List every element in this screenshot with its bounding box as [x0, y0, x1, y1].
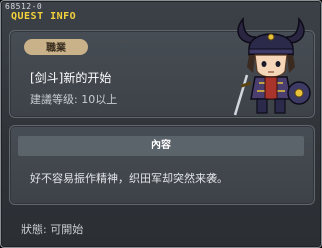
- window-title: QUEST INFO: [11, 11, 77, 22]
- content-header: 內容: [18, 136, 304, 156]
- sash: [264, 76, 278, 100]
- quest-content-panel: 內容 好不容易振作精神，织田军却突然来袭。: [9, 125, 315, 205]
- level-label: 建議等级: [30, 93, 74, 106]
- face: [254, 54, 288, 78]
- hair-left: [247, 55, 255, 73]
- job-tag: 職業: [24, 39, 88, 55]
- content-text: 好不容易振作精神，织田军却突然来袭。: [30, 172, 228, 185]
- status-separator: :: [43, 223, 47, 236]
- eye-right: [275, 61, 281, 67]
- hair-right: [287, 55, 295, 73]
- helmet-band: [248, 48, 294, 55]
- quest-level: 建議等级: 10以上: [30, 91, 117, 107]
- quest-info-window: 68512-0 QUEST INFO 職業 [剑斗]新的开始 建議等级: 10以…: [0, 0, 322, 248]
- quest-status: 狀態: 可開始: [21, 221, 83, 237]
- leg-left: [256, 98, 268, 114]
- status-label: 狀態: [21, 223, 43, 236]
- sword-guard: [240, 81, 252, 88]
- quest-id: 68512-0: [5, 2, 43, 11]
- level-separator: :: [74, 93, 78, 106]
- status-value: 可開始: [50, 223, 84, 236]
- quest-name: [剑斗]新的开始: [30, 71, 112, 85]
- helmet-crest: [267, 33, 275, 41]
- shield-boss: [294, 88, 304, 98]
- eye-left: [261, 61, 267, 67]
- character-sprite-icon: [233, 16, 311, 116]
- level-value: 10以上: [81, 93, 118, 106]
- sword: [233, 74, 249, 116]
- leg-right: [274, 98, 286, 114]
